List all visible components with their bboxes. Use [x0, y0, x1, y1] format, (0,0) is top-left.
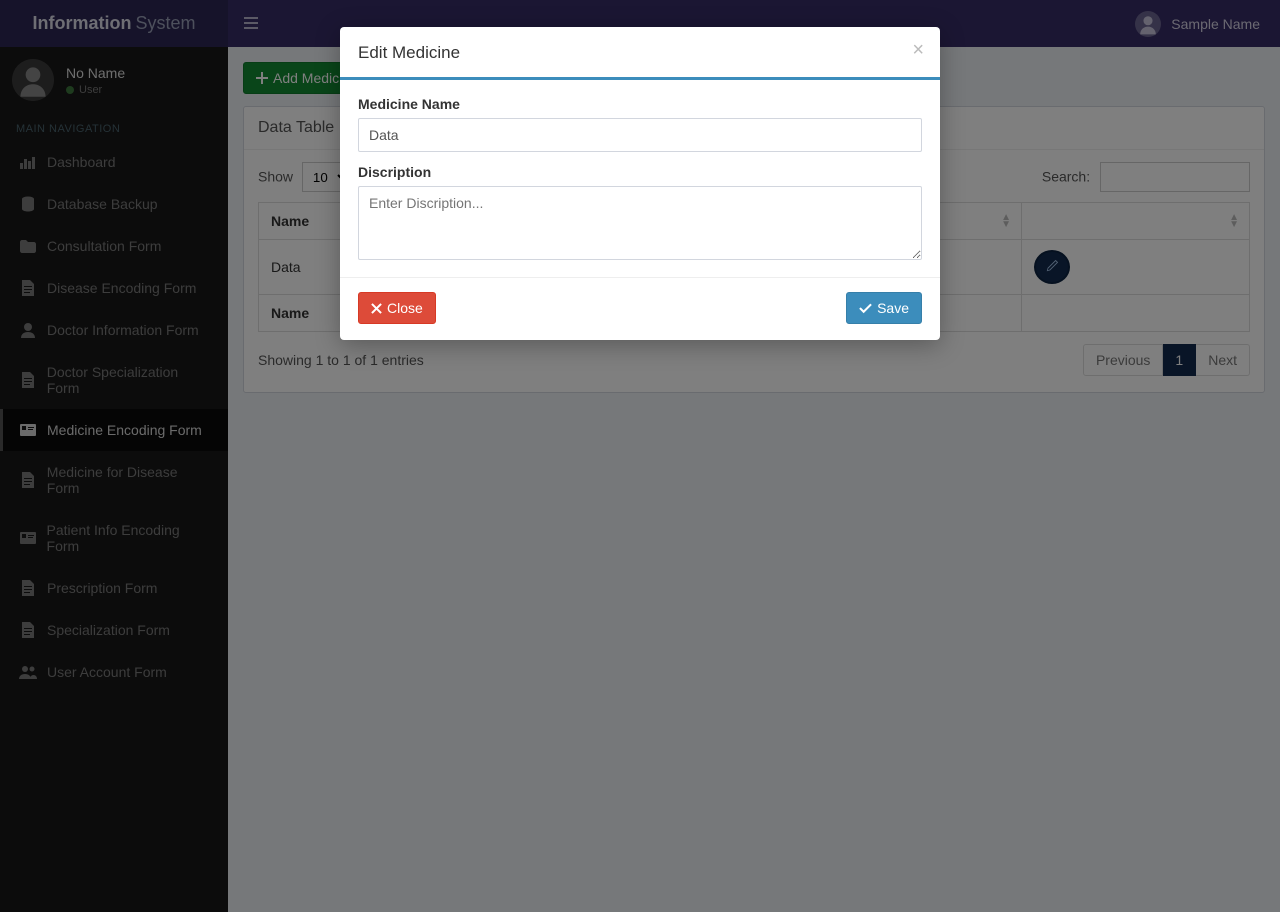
close-button[interactable]: Close [358, 292, 436, 324]
medicine-name-label: Medicine Name [358, 96, 922, 112]
save-button[interactable]: Save [846, 292, 922, 324]
description-label: Discription [358, 164, 922, 180]
check-icon [859, 303, 872, 314]
description-textarea[interactable] [358, 186, 922, 260]
edit-medicine-modal: Edit Medicine × Medicine Name Discriptio… [340, 27, 940, 340]
medicine-name-input[interactable] [358, 118, 922, 152]
modal-close-button[interactable]: × [912, 39, 924, 62]
modal-header: Edit Medicine × [340, 27, 940, 77]
close-icon: × [912, 39, 924, 61]
close-icon [371, 303, 382, 314]
modal-title: Edit Medicine [358, 43, 922, 63]
